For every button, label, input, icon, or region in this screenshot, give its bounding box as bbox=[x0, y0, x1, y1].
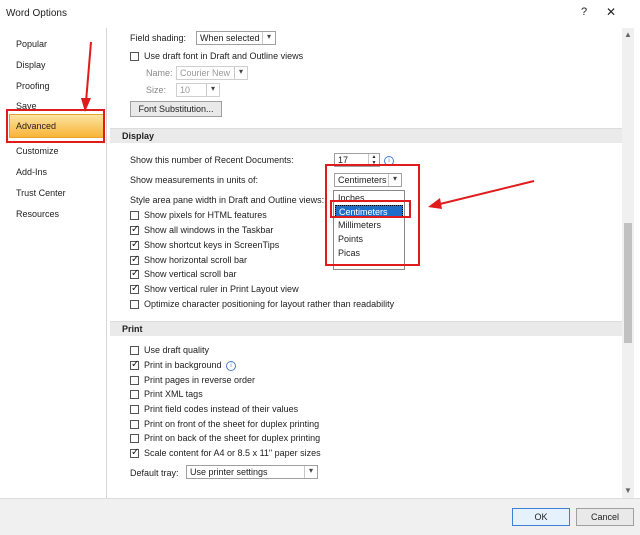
default-tray-label: Default tray: bbox=[130, 468, 179, 478]
checkbox-horizontal-scroll[interactable] bbox=[130, 254, 139, 265]
cancel-button[interactable]: Cancel bbox=[576, 508, 634, 526]
checkbox-shortcut-keys[interactable] bbox=[130, 239, 139, 250]
window-title: Word Options bbox=[6, 8, 67, 19]
checkbox-label: Use draft quality bbox=[144, 345, 210, 355]
draft-font-checkbox[interactable] bbox=[130, 52, 139, 61]
checkbox-duplex-front[interactable] bbox=[130, 420, 139, 429]
checkbox-label: Print XML tags bbox=[144, 389, 203, 399]
default-tray-select[interactable]: Use printer settings ▾ bbox=[186, 465, 318, 479]
info-icon: i bbox=[226, 361, 236, 371]
title-bar: Word Options ? ✕ bbox=[0, 0, 640, 28]
default-tray-value: Use printer settings bbox=[190, 467, 268, 477]
font-size-label: Size: bbox=[146, 85, 167, 95]
checkbox-label: Show vertical ruler in Print Layout view bbox=[144, 284, 299, 294]
ok-button[interactable]: OK bbox=[512, 508, 570, 526]
sidebar-item-display[interactable]: Display bbox=[16, 60, 46, 70]
checkbox-label: Show shortcut keys in ScreenTips bbox=[144, 240, 280, 250]
checkbox-label: Optimize character positioning for layou… bbox=[144, 299, 395, 309]
sidebar-item-resources[interactable]: Resources bbox=[16, 209, 59, 219]
checkbox-label: Print field codes instead of their value… bbox=[144, 404, 299, 414]
checkbox-label: Scale content for A4 or 8.5 x 11" paper … bbox=[144, 448, 321, 458]
scroll-up-icon[interactable]: ▲ bbox=[624, 30, 632, 39]
chevron-down-icon: ▾ bbox=[234, 67, 247, 79]
checkbox-field-codes[interactable] bbox=[130, 405, 139, 414]
scroll-down-icon[interactable]: ▼ bbox=[624, 486, 632, 495]
checkbox-scale-content[interactable] bbox=[130, 447, 139, 458]
sidebar-item-popular[interactable]: Popular bbox=[16, 39, 47, 49]
field-shading-value: When selected bbox=[200, 33, 260, 43]
units-label: Show measurements in units of: bbox=[130, 175, 259, 185]
sidebar-item-proofing[interactable]: Proofing bbox=[16, 81, 50, 91]
scroll-thumb[interactable] bbox=[624, 223, 632, 343]
checkbox-xml-tags[interactable] bbox=[130, 390, 139, 399]
font-name-label: Name: bbox=[146, 68, 173, 78]
field-shading-select[interactable]: When selected ▾ bbox=[196, 31, 276, 45]
checkbox-duplex-back[interactable] bbox=[130, 434, 139, 443]
print-section-title: Print bbox=[122, 324, 143, 334]
chevron-down-icon: ▾ bbox=[262, 32, 275, 44]
display-section-header: Display bbox=[110, 128, 622, 143]
display-section-title: Display bbox=[122, 131, 155, 141]
checkbox-label: Show pixels for HTML features bbox=[144, 210, 267, 220]
checkbox-all-windows-taskbar[interactable] bbox=[130, 224, 139, 235]
checkbox-vertical-scroll[interactable] bbox=[130, 268, 139, 279]
draft-font-label: Use draft font in Draft and Outline view… bbox=[144, 51, 304, 61]
sidebar-item-add-ins[interactable]: Add-Ins bbox=[16, 167, 47, 177]
font-name-select[interactable]: Courier New ▾ bbox=[176, 66, 248, 80]
dialog-footer: OK Cancel bbox=[0, 498, 640, 535]
checkbox-label: Print on back of the sheet for duplex pr… bbox=[144, 433, 321, 443]
chevron-down-icon: ▾ bbox=[206, 84, 219, 96]
chevron-down-icon: ▾ bbox=[304, 466, 317, 478]
checkbox-label: Show vertical scroll bar bbox=[144, 269, 237, 279]
annotation-arrow-left bbox=[428, 180, 535, 209]
checkbox-label: Show all windows in the Taskbar bbox=[144, 225, 274, 235]
help-button[interactable]: ? bbox=[581, 6, 587, 18]
font-substitution-button[interactable]: Font Substitution... bbox=[130, 101, 222, 117]
print-section-header: Print bbox=[110, 321, 622, 336]
style-area-label: Style area pane width in Draft and Outli… bbox=[130, 195, 325, 205]
font-size-value: 10 bbox=[180, 85, 191, 95]
vertical-scrollbar[interactable]: ▲ ▼ bbox=[622, 28, 634, 498]
annotation-box-centimeters bbox=[330, 200, 411, 218]
checkbox-draft-quality[interactable] bbox=[130, 346, 139, 355]
annotation-arrow-down bbox=[81, 41, 92, 112]
field-shading-label: Field shading: bbox=[130, 33, 187, 43]
font-name-value: Courier New bbox=[180, 68, 231, 78]
checkbox-vertical-ruler[interactable] bbox=[130, 283, 139, 294]
close-button[interactable]: ✕ bbox=[606, 5, 616, 19]
sidebar-item-trust-center[interactable]: Trust Center bbox=[16, 188, 66, 198]
checkbox-label: Print in background bbox=[144, 360, 222, 370]
sidebar-item-customize[interactable]: Customize bbox=[16, 146, 59, 156]
checkbox-label: Print pages in reverse order bbox=[144, 375, 256, 385]
checkbox-reverse-order[interactable] bbox=[130, 376, 139, 385]
recent-docs-label: Show this number of Recent Documents: bbox=[130, 155, 294, 165]
checkbox-optimize-positioning[interactable] bbox=[130, 300, 139, 309]
checkbox-print-background[interactable] bbox=[130, 359, 139, 370]
checkbox-label: Show horizontal scroll bar bbox=[144, 255, 248, 265]
checkbox-show-pixels[interactable] bbox=[130, 211, 139, 220]
checkbox-label: Print on front of the sheet for duplex p… bbox=[144, 419, 320, 429]
font-size-select[interactable]: 10 ▾ bbox=[176, 83, 220, 97]
